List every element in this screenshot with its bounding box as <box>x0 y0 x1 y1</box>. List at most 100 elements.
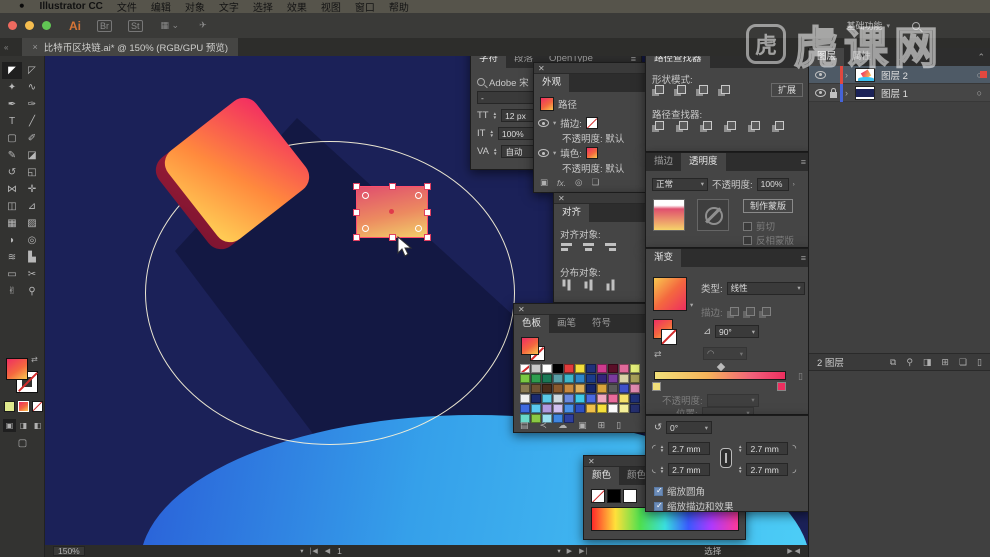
swatch[interactable] <box>608 384 618 393</box>
document-tab[interactable]: × 比特币区块链.ai* @ 150% (RGB/GPU 预览) <box>22 38 239 56</box>
blend-tool[interactable]: ◎ <box>22 232 42 249</box>
expand-icon[interactable]: ▾ <box>553 119 556 127</box>
tab-layers[interactable]: 图层 <box>809 48 845 66</box>
tab-swatches[interactable]: 色板 <box>514 315 550 333</box>
swatch[interactable] <box>575 384 585 393</box>
selection-handle[interactable] <box>389 183 396 190</box>
tab-appearance[interactable]: 外观 <box>534 74 570 92</box>
next-artboard-icon[interactable]: ▶ <box>567 547 573 555</box>
tab-transparency[interactable]: 透明度 <box>681 153 726 171</box>
scale-strokes-checkbox[interactable] <box>654 501 663 511</box>
menu-item-2[interactable]: 对象 <box>185 0 205 14</box>
selection-handle[interactable] <box>424 209 431 216</box>
scale-tool[interactable]: ◱ <box>22 164 42 181</box>
layer-row[interactable]: › 图层 1 ○ <box>809 83 990 102</box>
selected-rectangle[interactable] <box>353 183 431 241</box>
swatch-libraries-icon[interactable]: ▤ <box>520 420 529 431</box>
gradient-type-select[interactable]: 线性 ▾ <box>726 281 805 295</box>
exclude-icon[interactable] <box>718 85 730 96</box>
swatch[interactable] <box>630 394 640 403</box>
swatch[interactable] <box>630 374 640 383</box>
gradient-stop-start[interactable] <box>652 382 661 391</box>
vertical-distribute-center-icon[interactable] <box>583 279 595 292</box>
close-panel-icon[interactable]: ✕ <box>518 305 525 314</box>
lasso-tool[interactable]: ∿ <box>22 79 42 96</box>
link-corners-icon[interactable] <box>720 448 732 468</box>
swatch[interactable] <box>575 374 585 383</box>
new-color-group-icon[interactable]: ▣ <box>578 420 587 431</box>
layer-thumbnail[interactable] <box>855 85 875 100</box>
swatch[interactable] <box>520 384 530 393</box>
shape-builder-tool[interactable]: ◫ <box>2 198 22 215</box>
swatch[interactable] <box>553 394 563 403</box>
add-new-effect-icon[interactable]: fx. <box>557 178 566 188</box>
swatch[interactable] <box>630 364 640 373</box>
crop-icon[interactable] <box>724 121 736 132</box>
selection-handle[interactable] <box>353 234 360 241</box>
swatch[interactable] <box>520 364 530 373</box>
angle-field[interactable]: 90° ▾ <box>714 325 759 338</box>
delete-swatch-icon[interactable]: ▯ <box>616 420 621 431</box>
swatch[interactable] <box>608 374 618 383</box>
swatch[interactable] <box>553 384 563 393</box>
menu-item-1[interactable]: 编辑 <box>151 0 171 14</box>
visibility-icon[interactable] <box>538 119 549 127</box>
swatch[interactable] <box>608 394 618 403</box>
white-swatch[interactable] <box>623 489 637 503</box>
swatch[interactable] <box>608 404 618 413</box>
panel-menu-icon[interactable]: ≡ <box>801 158 806 167</box>
swatch[interactable] <box>619 384 629 393</box>
stroke-along-icon[interactable] <box>742 306 755 318</box>
horizontal-align-left-icon[interactable] <box>560 241 573 253</box>
opacity-arrow-icon[interactable]: › <box>793 181 795 188</box>
invert-mask-checkbox[interactable] <box>743 235 752 245</box>
tab-symbols[interactable]: 符号 <box>584 315 619 333</box>
close-document-icon[interactable]: × <box>32 42 37 52</box>
clip-checkbox[interactable] <box>743 221 752 231</box>
swatch[interactable] <box>531 364 541 373</box>
direct-selection-tool[interactable]: ◸ <box>22 62 42 79</box>
new-sublayer-icon[interactable]: ⊞ <box>941 357 949 368</box>
pen-tool[interactable]: ✒ <box>2 96 22 113</box>
perspective-grid-tool[interactable]: ⊿ <box>22 198 42 215</box>
pencil-tool[interactable]: ✎ <box>2 147 22 164</box>
screen-mode-button[interactable]: ▢ <box>0 438 45 449</box>
corner-widget[interactable] <box>415 225 422 232</box>
arrange-documents-icon[interactable]: ▦ ⌄ <box>159 20 182 31</box>
stroke-swatch[interactable] <box>585 117 598 129</box>
zoom-tool[interactable]: ⚲ <box>22 283 42 300</box>
expand-layer-icon[interactable]: › <box>845 70 855 80</box>
swatch[interactable] <box>564 394 574 403</box>
delete-layer-icon[interactable]: ▯ <box>977 357 982 368</box>
swatch[interactable] <box>597 364 607 373</box>
expand-icon[interactable]: ▾ <box>553 149 556 157</box>
apple-icon[interactable]: ⚫ <box>18 1 26 12</box>
reverse-gradient-icon[interactable]: ⇄ <box>654 349 662 360</box>
object-thumbnail[interactable] <box>653 199 685 231</box>
corner-stepper[interactable]: ▲ ▼ <box>738 444 742 453</box>
menu-item-7[interactable]: 窗口 <box>355 0 375 14</box>
visibility-icon[interactable] <box>815 70 826 79</box>
expand-layer-icon[interactable]: › <box>845 88 855 98</box>
swatch[interactable] <box>630 384 640 393</box>
visibility-icon[interactable] <box>815 88 826 97</box>
gradient-slider[interactable] <box>654 371 786 380</box>
swatch[interactable] <box>520 394 530 403</box>
fill-opacity[interactable]: 不透明度: 默认 <box>562 161 624 175</box>
close-window-button[interactable] <box>8 21 17 30</box>
none-swatch[interactable] <box>591 489 605 503</box>
close-panel-icon[interactable]: ✕ <box>588 457 595 466</box>
close-panel-icon[interactable]: ✕ <box>538 64 545 73</box>
mask-thumbnail[interactable] <box>697 199 729 231</box>
rotate-field[interactable]: 0° ▾ <box>665 421 712 434</box>
curvature-tool[interactable]: ✑ <box>22 96 42 113</box>
selection-handle[interactable] <box>424 183 431 190</box>
corner-tr-field[interactable]: 2.7 mm <box>746 442 789 455</box>
swatch[interactable] <box>520 404 530 413</box>
graph-tool[interactable]: ▙ <box>22 249 42 266</box>
rotate-tool[interactable]: ↺ <box>2 164 22 181</box>
draw-normal-button[interactable]: ▣ <box>3 419 16 432</box>
tab-align[interactable]: 对齐 <box>554 204 590 222</box>
unite-icon[interactable] <box>652 85 664 96</box>
font-search-icon[interactable] <box>477 78 485 86</box>
